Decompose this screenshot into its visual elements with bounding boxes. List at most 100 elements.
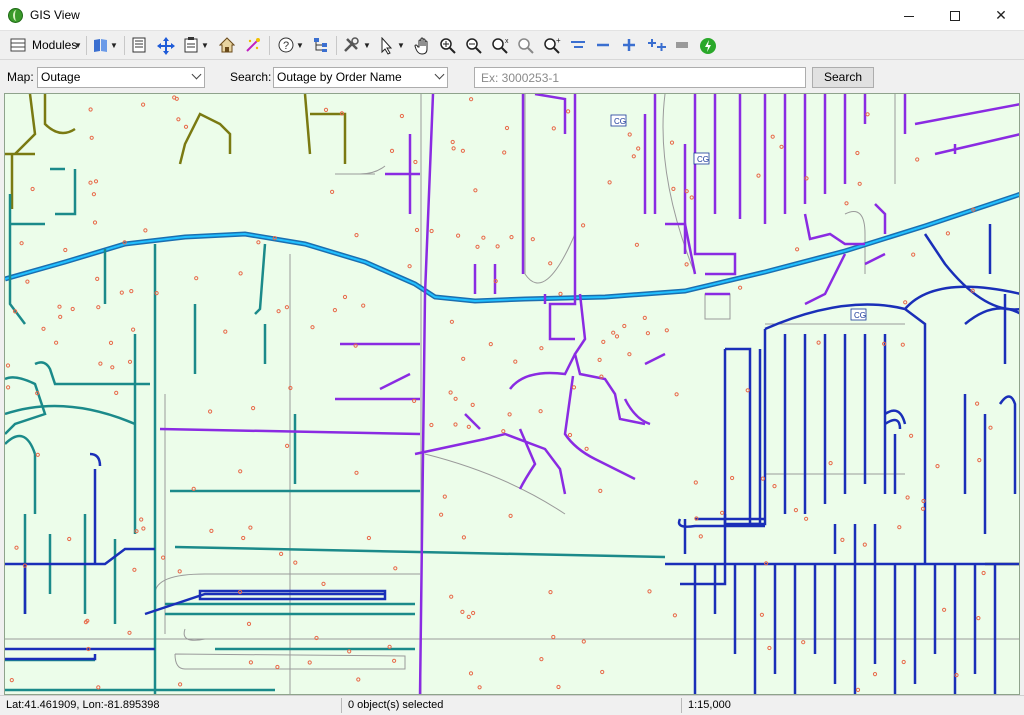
pole-marker	[607, 180, 612, 185]
refresh-button[interactable]	[697, 35, 717, 56]
chevron-down-icon: ▼	[397, 41, 405, 50]
map-svg[interactable]: CG CG CG	[5, 94, 1020, 695]
pole-marker	[507, 412, 512, 417]
tools-button[interactable]: ▼	[341, 35, 371, 56]
pole-marker	[548, 261, 553, 266]
pole-marker	[63, 247, 68, 253]
pole-marker	[248, 660, 253, 665]
plus-button[interactable]	[619, 35, 639, 56]
pole-marker	[238, 271, 243, 276]
pole-marker	[96, 305, 101, 310]
expand-button[interactable]	[645, 35, 667, 56]
home-button[interactable]	[217, 35, 237, 56]
move-button[interactable]	[155, 35, 175, 56]
pole-marker	[567, 432, 573, 438]
pole-marker	[449, 319, 454, 324]
tree-button[interactable]	[311, 35, 331, 56]
zoom-previous-button[interactable]	[515, 35, 535, 56]
pole-marker	[558, 291, 563, 296]
pole-marker	[935, 464, 940, 469]
pole-marker	[314, 635, 319, 641]
pole-marker	[664, 328, 669, 333]
pole-marker	[538, 409, 543, 414]
pole-marker	[471, 610, 476, 616]
pole-marker	[495, 244, 500, 249]
pole-marker	[67, 536, 72, 542]
pole-marker	[92, 220, 98, 225]
list-button[interactable]	[129, 35, 149, 56]
pole-marker	[392, 658, 397, 663]
primary-feeder-line[interactable]	[5, 192, 1020, 304]
pole-marker	[862, 542, 867, 547]
pole-marker	[756, 173, 761, 178]
pole-marker	[450, 139, 455, 145]
minimize-button[interactable]	[886, 0, 932, 31]
modules-button[interactable]: Modules ▼	[8, 35, 84, 56]
book-button[interactable]: ▼	[90, 35, 120, 56]
pole-marker	[132, 567, 137, 572]
pole-marker	[354, 470, 359, 475]
pole-marker	[614, 334, 620, 339]
pole-marker	[35, 452, 40, 457]
pole-marker	[601, 339, 606, 344]
map-select[interactable]: Outage	[37, 67, 205, 88]
minus-button[interactable]	[593, 35, 613, 56]
pole-marker	[738, 285, 743, 290]
pole-marker	[647, 589, 652, 594]
pole-marker	[119, 290, 124, 295]
pole-marker	[779, 144, 784, 149]
pole-marker	[256, 240, 261, 245]
pole-marker	[279, 551, 284, 556]
maximize-button[interactable]	[932, 0, 978, 31]
pole-marker	[915, 157, 920, 162]
zoom-extent-button[interactable]: x	[489, 35, 509, 56]
status-bar: Lat:41.461909, Lon:-81.895398 0 object(s…	[0, 695, 1024, 715]
shrink-button[interactable]	[567, 35, 587, 56]
pole-marker	[872, 672, 878, 677]
pole-marker	[627, 132, 632, 137]
zoom-in-button[interactable]	[437, 35, 457, 56]
pole-marker	[745, 388, 750, 393]
layer-button[interactable]	[672, 35, 692, 56]
pole-marker	[976, 616, 981, 621]
clipboard-button[interactable]: ▼	[181, 35, 211, 56]
pole-marker	[208, 409, 213, 414]
pointer-button[interactable]: ▼	[377, 35, 407, 56]
pole-marker	[556, 684, 561, 690]
search-input[interactable]	[474, 67, 806, 88]
pole-marker	[631, 154, 636, 159]
window-title: GIS View	[30, 8, 80, 22]
map-canvas[interactable]: CG CG CG	[4, 93, 1020, 695]
search-button[interactable]: Search	[812, 67, 874, 88]
search-type-select[interactable]: Outage by Order Name	[273, 67, 448, 88]
pole-marker	[30, 186, 35, 192]
chevron-down-icon: ▼	[110, 41, 118, 50]
pole-marker	[945, 231, 951, 236]
pole-marker	[804, 516, 809, 521]
pole-marker	[5, 363, 11, 368]
pole-marker	[178, 682, 183, 687]
pole-marker	[98, 361, 103, 366]
modules-icon	[10, 38, 26, 52]
pole-marker	[174, 96, 179, 101]
pole-marker	[241, 535, 246, 541]
pole-marker	[161, 555, 166, 560]
zoom-next-button[interactable]: +	[541, 35, 561, 56]
move-icon	[157, 37, 175, 55]
pole-marker	[720, 510, 725, 515]
pan-button[interactable]	[412, 35, 432, 56]
pole-marker	[399, 113, 404, 119]
pole-marker	[414, 227, 420, 233]
coordinates-readout: Lat:41.461909, Lon:-81.895398	[6, 699, 160, 711]
pole-marker	[566, 109, 571, 114]
zoom-out-button[interactable]	[463, 35, 483, 56]
pole-marker	[95, 276, 100, 281]
pole-marker	[473, 188, 478, 193]
sparkle-button[interactable]	[243, 35, 263, 56]
close-button[interactable]: ✕	[978, 0, 1024, 31]
help-button[interactable]: ? ▼	[276, 35, 306, 56]
pole-marker	[954, 673, 959, 678]
pole-marker	[901, 659, 906, 665]
pole-marker	[429, 422, 434, 428]
pole-marker	[530, 237, 535, 242]
